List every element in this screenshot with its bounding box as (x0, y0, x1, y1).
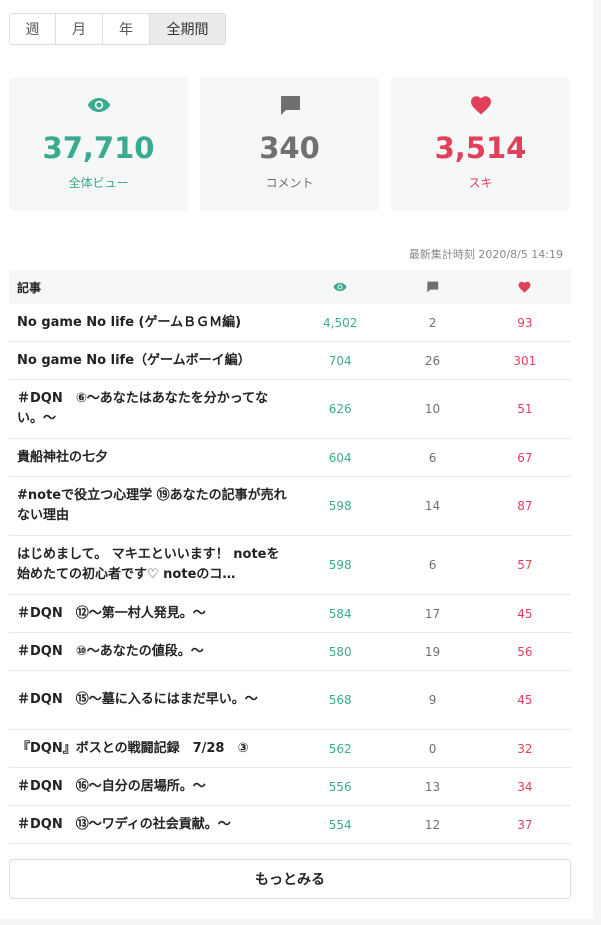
article-likes: 51 (517, 402, 533, 416)
article-title[interactable]: No game No life (ゲームＢＧＭ編) (9, 313, 294, 333)
article-comments: 26 (424, 353, 441, 368)
column-header-likes (479, 281, 571, 293)
article-title[interactable]: ＃DQN ⑩～あなたの値段。～ (9, 642, 294, 662)
column-header-article: 記事 (17, 280, 42, 295)
article-comments: 19 (424, 644, 441, 659)
article-comments: 6 (428, 450, 437, 465)
table-row[interactable]: ＃DQN ⑫～第一村人発見。～ 584 17 45 (9, 595, 571, 633)
tab-year[interactable]: 年 (103, 14, 150, 44)
article-comments: 0 (428, 741, 437, 756)
scrollbar-track (593, 0, 601, 925)
table-row[interactable]: 『DQN』ボスとの戦闘記録 7/28 ③ 562 0 32 (9, 730, 571, 768)
article-stats-table: 記事 No game No life (ゲームＢＧＭ編) 4,502 2 93 … (9, 270, 571, 844)
article-comments: 10 (424, 402, 441, 416)
article-comments: 12 (424, 817, 441, 832)
article-likes: 32 (517, 741, 533, 756)
table-row[interactable]: No game No life（ゲームボーイ編） 704 26 301 (9, 342, 571, 380)
article-likes: 57 (517, 558, 533, 572)
article-title[interactable]: はじめまして。 マキエといいます！ noteを始めたての初心者です♡ noteの… (9, 545, 294, 585)
views-total: 37,710 (42, 131, 155, 165)
comments-total: 340 (259, 131, 320, 165)
article-views: 4,502 (323, 315, 358, 330)
article-comments: 9 (428, 693, 437, 707)
article-views: 580 (328, 644, 352, 659)
comment-icon (279, 94, 301, 116)
bottom-edge (0, 919, 601, 925)
tab-all-time[interactable]: 全期間 (150, 14, 225, 44)
article-likes: 45 (517, 606, 533, 621)
article-views: 604 (328, 450, 352, 465)
article-views: 626 (328, 402, 352, 416)
article-title[interactable]: ＃DQN ⑥～あなたはあなたを分かってない。～ (9, 389, 294, 429)
article-likes: 93 (517, 315, 533, 330)
article-likes: 37 (517, 817, 533, 832)
views-label: 全体ビュー (68, 176, 129, 190)
table-row[interactable]: #noteで役立つ心理学 ⑲あなたの記事が売れない理由 598 14 87 (9, 477, 571, 536)
summary-cards: 37,710 全体ビュー 340 コメント 3,514 スキ (9, 77, 570, 211)
article-views: 554 (328, 817, 352, 832)
table-row[interactable]: ＃DQN ⑯～自分の居場所。～ 556 13 34 (9, 768, 571, 806)
article-views: 598 (328, 558, 352, 572)
article-title[interactable]: ＃DQN ⑬～ワディの社会貢献。～ (9, 815, 294, 835)
article-title[interactable]: 貴船神社の七夕 (9, 448, 294, 468)
views-card: 37,710 全体ビュー (9, 77, 188, 211)
last-updated-time: 最新集計時刻 2020/8/5 14:19 (408, 248, 563, 261)
article-comments: 13 (424, 779, 441, 794)
article-views: 584 (328, 606, 352, 621)
period-tabs: 週 月 年 全期間 (9, 13, 226, 45)
article-comments: 6 (428, 558, 437, 572)
table-row[interactable]: はじめまして。 マキエといいます！ noteを始めたての初心者です♡ noteの… (9, 536, 571, 595)
article-likes: 67 (517, 450, 533, 465)
article-title[interactable]: ＃DQN ⑯～自分の居場所。～ (9, 777, 294, 797)
article-comments: 14 (424, 499, 441, 513)
table-row[interactable]: ＃DQN ⑮～墓に入るにはまだ早い。～ 568 9 45 (9, 671, 571, 730)
comments-card: 340 コメント (200, 77, 379, 211)
article-likes: 56 (517, 644, 533, 659)
table-header: 記事 (9, 270, 571, 304)
article-likes: 87 (517, 499, 533, 513)
article-views: 562 (328, 741, 352, 756)
article-likes: 45 (517, 693, 533, 707)
show-more-button[interactable]: もっとみる (9, 859, 571, 899)
likes-total: 3,514 (434, 131, 527, 165)
comment-icon (427, 281, 439, 293)
article-views: 568 (328, 693, 352, 707)
tab-month[interactable]: 月 (56, 14, 103, 44)
article-title[interactable]: ＃DQN ⑮～墓に入るにはまだ早い。～ (9, 690, 294, 710)
article-comments: 17 (424, 606, 441, 621)
eye-icon (333, 282, 347, 292)
heart-icon (518, 281, 531, 293)
table-row[interactable]: 貴船神社の七夕 604 6 67 (9, 439, 571, 477)
article-likes: 301 (513, 353, 537, 368)
article-views: 556 (328, 779, 352, 794)
comments-label: コメント (265, 176, 314, 190)
column-header-views (294, 282, 386, 292)
article-likes: 34 (517, 779, 533, 794)
article-title[interactable]: 『DQN』ボスとの戦闘記録 7/28 ③ (9, 739, 294, 759)
likes-card: 3,514 スキ (391, 77, 570, 211)
column-header-comments (386, 281, 478, 293)
table-row[interactable]: ＃DQN ⑥～あなたはあなたを分かってない。～ 626 10 51 (9, 380, 571, 439)
heart-icon (470, 94, 492, 116)
article-views: 704 (328, 353, 352, 368)
likes-label: スキ (468, 176, 493, 190)
article-title[interactable]: ＃DQN ⑫～第一村人発見。～ (9, 604, 294, 624)
table-row[interactable]: ＃DQN ⑩～あなたの値段。～ 580 19 56 (9, 633, 571, 671)
article-title[interactable]: No game No life（ゲームボーイ編） (9, 351, 294, 371)
article-views: 598 (328, 499, 352, 513)
table-row[interactable]: No game No life (ゲームＢＧＭ編) 4,502 2 93 (9, 304, 571, 342)
article-title[interactable]: #noteで役立つ心理学 ⑲あなたの記事が売れない理由 (9, 486, 294, 526)
tab-week[interactable]: 週 (10, 14, 56, 44)
article-comments: 2 (428, 315, 437, 330)
table-row[interactable]: ＃DQN ⑬～ワディの社会貢献。～ 554 12 37 (9, 806, 571, 844)
eye-icon (87, 94, 111, 116)
